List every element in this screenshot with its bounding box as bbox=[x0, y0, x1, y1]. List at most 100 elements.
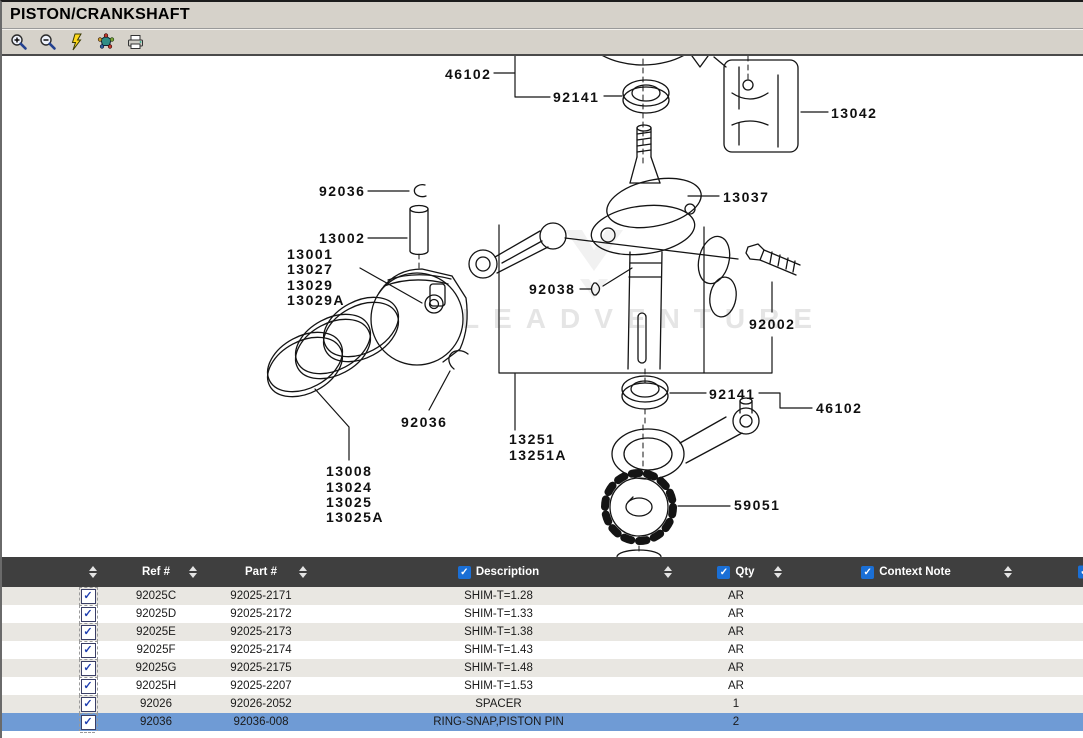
context-note-cell bbox=[791, 659, 1021, 677]
part-cell: 92025-2171 bbox=[206, 587, 316, 605]
part-label-46102-top[interactable]: 46102 bbox=[445, 67, 491, 81]
part-label-92141-low[interactable]: 92141 bbox=[709, 387, 755, 401]
row-edit-icon[interactable]: ✓ bbox=[81, 607, 96, 622]
qty-cell: 2 bbox=[681, 713, 791, 731]
table-row[interactable]: ✓ 92025F 92025-2174 SHIM-T=1.43 AR bbox=[2, 641, 1083, 659]
column-header-qty: ✓ Qty bbox=[681, 557, 791, 587]
column-header-context-note: ✓ Context Note bbox=[791, 557, 1021, 587]
row-edit-icon[interactable]: ✓ bbox=[81, 625, 96, 640]
gear-59051 bbox=[605, 473, 673, 541]
sort-icon[interactable] bbox=[189, 566, 197, 578]
part-label-92141-top[interactable]: 92141 bbox=[553, 90, 599, 104]
zoom-out-icon[interactable] bbox=[38, 32, 58, 52]
zoom-in-icon[interactable] bbox=[9, 32, 29, 52]
context-note-cell bbox=[791, 641, 1021, 659]
description-cell: SHIM-T=1.38 bbox=[316, 623, 681, 641]
parts-table-body: ✓ 92025C 92025-2171 SHIM-T=1.28 AR ✓ 920… bbox=[2, 587, 1083, 731]
table-row[interactable]: ✓ 92036 92036-008 RING-SNAP,PISTON PIN 2 bbox=[2, 713, 1083, 731]
context-note-column-checkbox[interactable]: ✓ bbox=[861, 566, 874, 579]
print-icon[interactable] bbox=[125, 32, 145, 52]
part-label-13251[interactable]: 13251 bbox=[509, 432, 555, 446]
qty-cell: AR bbox=[681, 605, 791, 623]
toolbar bbox=[2, 29, 1083, 56]
description-cell: SHIM-T=1.43 bbox=[316, 641, 681, 659]
flywheel-partial bbox=[579, 56, 726, 67]
part-label-13001[interactable]: 13001 bbox=[287, 247, 333, 261]
part-label-13025a[interactable]: 13025A bbox=[326, 510, 384, 524]
qty-cell: AR bbox=[681, 677, 791, 695]
part-cell: 92036-008 bbox=[206, 713, 316, 731]
part-label-13024[interactable]: 13024 bbox=[326, 480, 372, 494]
row-edit-icon[interactable]: ✓ bbox=[81, 697, 96, 712]
column-header-part: Part # bbox=[206, 557, 316, 587]
part-label-92038[interactable]: 92038 bbox=[529, 282, 575, 296]
sort-icon[interactable] bbox=[89, 566, 97, 578]
qty-cell: 1 bbox=[681, 695, 791, 713]
qty-cell: AR bbox=[681, 587, 791, 605]
description-cell: SHIM-T=1.53 bbox=[316, 677, 681, 695]
ref-cell: 92025F bbox=[106, 641, 206, 659]
block-13042 bbox=[724, 60, 798, 152]
qty-column-checkbox[interactable]: ✓ bbox=[717, 566, 730, 579]
sort-icon[interactable] bbox=[1004, 566, 1012, 578]
description-cell: SHIM-T=1.33 bbox=[316, 605, 681, 623]
column-header-select bbox=[2, 557, 106, 587]
part-label-13002[interactable]: 13002 bbox=[319, 231, 365, 245]
description-cell: SHIM-T=1.48 bbox=[316, 659, 681, 677]
part-cell: 92025-2172 bbox=[206, 605, 316, 623]
description-column-checkbox[interactable]: ✓ bbox=[458, 566, 471, 579]
extra-column-checkbox[interactable]: ✓ bbox=[1078, 566, 1083, 579]
part-label-13029a[interactable]: 13029A bbox=[287, 293, 345, 307]
table-row[interactable]: ✓ 92025C 92025-2171 SHIM-T=1.28 AR bbox=[2, 587, 1083, 605]
row-edit-icon[interactable]: ✓ bbox=[81, 679, 96, 694]
part-cell: 92025-2173 bbox=[206, 623, 316, 641]
flash-icon[interactable] bbox=[67, 32, 87, 52]
table-row[interactable]: ✓ 92025D 92025-2172 SHIM-T=1.33 AR bbox=[2, 605, 1083, 623]
row-edit-icon[interactable]: ✓ bbox=[81, 643, 96, 658]
part-label-13029[interactable]: 13029 bbox=[287, 278, 333, 292]
sort-icon[interactable] bbox=[774, 566, 782, 578]
qty-cell: AR bbox=[681, 641, 791, 659]
context-note-cell bbox=[791, 587, 1021, 605]
part-cell: 92026-2052 bbox=[206, 695, 316, 713]
part-label-13251a[interactable]: 13251A bbox=[509, 448, 567, 462]
part-label-46102-low[interactable]: 46102 bbox=[816, 401, 862, 415]
sort-icon[interactable] bbox=[299, 566, 307, 578]
qty-cell: AR bbox=[681, 659, 791, 677]
exploded-diagram: LEADVENTURE 46102 92141 13042 92036 1300… bbox=[2, 56, 1083, 557]
part-label-13037[interactable]: 13037 bbox=[723, 190, 769, 204]
part-label-59051[interactable]: 59051 bbox=[734, 498, 780, 512]
context-note-cell bbox=[791, 623, 1021, 641]
ref-cell: 92026 bbox=[106, 695, 206, 713]
table-header-row: Ref # Part # ✓ Description ✓ bbox=[2, 557, 1083, 587]
table-row[interactable]: ✓ 92025H 92025-2207 SHIM-T=1.53 AR bbox=[2, 677, 1083, 695]
part-label-92036-low[interactable]: 92036 bbox=[401, 415, 447, 429]
column-header-description: ✓ Description bbox=[316, 557, 681, 587]
description-cell: RING-SNAP,PISTON PIN bbox=[316, 713, 681, 731]
row-edit-icon[interactable]: ✓ bbox=[81, 589, 96, 604]
part-label-13027[interactable]: 13027 bbox=[287, 262, 333, 276]
parts-table: Ref # Part # ✓ Description ✓ bbox=[2, 557, 1083, 731]
table-row[interactable]: ✓ 92026 92026-2052 SPACER 1 bbox=[2, 695, 1083, 713]
context-note-cell bbox=[791, 713, 1021, 731]
ref-cell: 92036 bbox=[106, 713, 206, 731]
description-cell: SPACER bbox=[316, 695, 681, 713]
sort-icon[interactable] bbox=[664, 566, 672, 578]
part-label-13025[interactable]: 13025 bbox=[326, 495, 372, 509]
page-title: PISTON/CRANKSHAFT bbox=[10, 6, 190, 24]
hotspots-icon[interactable] bbox=[96, 32, 116, 52]
column-header-ref: Ref # bbox=[106, 557, 206, 587]
row-edit-icon[interactable]: ✓ bbox=[81, 661, 96, 676]
part-label-92002[interactable]: 92002 bbox=[749, 317, 795, 331]
parts-catalog-window: PISTON/CRANKSHAFT bbox=[0, 0, 1083, 738]
ref-cell: 92025H bbox=[106, 677, 206, 695]
partial-next-row bbox=[2, 731, 1083, 735]
table-row[interactable]: ✓ 92025G 92025-2175 SHIM-T=1.48 AR bbox=[2, 659, 1083, 677]
row-edit-icon[interactable]: ✓ bbox=[81, 715, 96, 730]
part-cell: 92025-2174 bbox=[206, 641, 316, 659]
part-label-92036-top[interactable]: 92036 bbox=[319, 184, 365, 198]
part-label-13042[interactable]: 13042 bbox=[831, 106, 877, 120]
part-label-13008[interactable]: 13008 bbox=[326, 464, 372, 478]
table-row[interactable]: ✓ 92025E 92025-2173 SHIM-T=1.38 AR bbox=[2, 623, 1083, 641]
description-cell: SHIM-T=1.28 bbox=[316, 587, 681, 605]
